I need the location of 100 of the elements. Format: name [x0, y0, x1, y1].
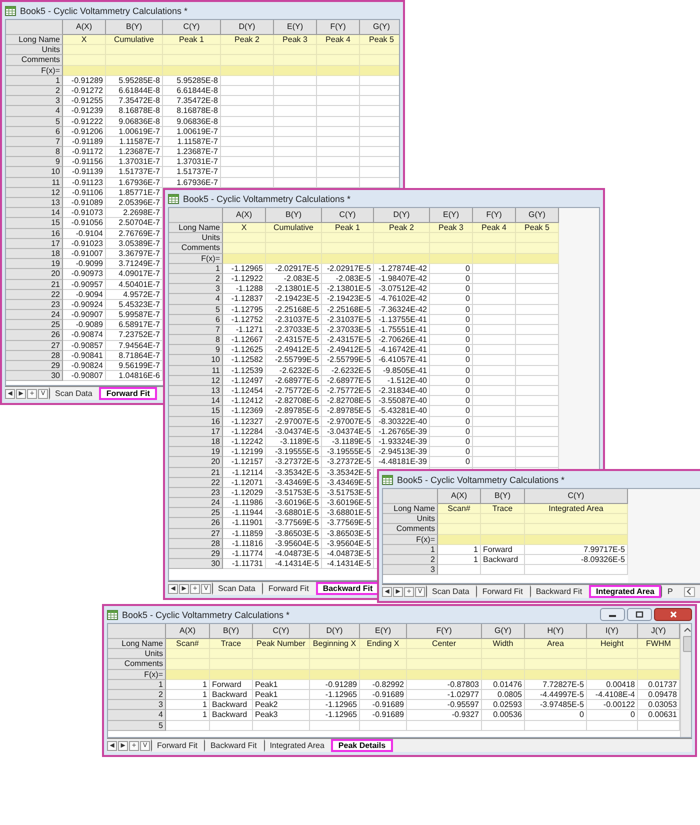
table-cell: -1.11774 [223, 549, 266, 560]
column-header[interactable]: F(Y) [317, 20, 360, 35]
column-header[interactable]: B(Y) [266, 208, 322, 223]
table-cell [210, 670, 253, 680]
column-header[interactable]: A(X) [166, 624, 210, 639]
table-cell: 0 [430, 436, 473, 448]
sheet-tab[interactable]: Forward Fit [151, 739, 204, 752]
corner-cell[interactable] [6, 20, 63, 35]
corner-cell[interactable] [169, 208, 223, 223]
column-header[interactable]: G(Y) [360, 20, 399, 35]
sheet-tab[interactable]: Forward Fit [476, 585, 530, 598]
table-cell [266, 254, 322, 264]
table-cell: 0 [430, 284, 473, 294]
table-cell [473, 274, 516, 284]
table-cell [360, 720, 407, 731]
table-cell [274, 55, 317, 66]
table-cell: -7.36324E-42 [374, 304, 430, 315]
column-header[interactable]: J(Y) [638, 624, 680, 639]
column-header[interactable]: B(Y) [210, 624, 253, 639]
table-cell: -0.91239 [63, 106, 106, 116]
vertical-scrollbar[interactable] [680, 624, 691, 737]
table-cell: -0.91007 [63, 248, 106, 260]
table-cell: -0.91289 [63, 76, 106, 86]
table-cell: 1 [438, 554, 481, 566]
table-cell: -0.90924 [63, 300, 106, 310]
long-name-cell: Peak Number [253, 639, 310, 650]
row-number: 4 [169, 294, 223, 304]
column-header[interactable]: D(Y) [374, 208, 430, 223]
table-cell [63, 55, 106, 66]
table-cell [223, 243, 266, 254]
horizontal-scrollbar[interactable] [684, 586, 695, 596]
row-label: Long Name [6, 35, 63, 46]
column-header[interactable]: C(Y) [525, 489, 628, 504]
column-header[interactable]: G(Y) [516, 208, 559, 223]
table-cell: -0.91023 [63, 238, 106, 249]
column-header[interactable]: D(Y) [221, 20, 274, 35]
minimize-button[interactable] [600, 608, 625, 621]
sheet-tab[interactable]: Scan Data [212, 582, 262, 595]
row-number: 18 [169, 436, 223, 448]
corner-cell[interactable] [108, 624, 166, 639]
table-cell [166, 720, 210, 731]
column-header[interactable]: H(Y) [525, 624, 587, 639]
table-cell: -2.6232E-5 [266, 366, 322, 376]
row-label: F(x)= [108, 670, 166, 680]
table-cell [516, 376, 559, 386]
table-cell: -1.12369 [223, 406, 266, 417]
row-number: 11 [169, 366, 223, 376]
sheet-tab[interactable]: Backward Fit [204, 739, 264, 752]
column-header[interactable]: B(Y) [481, 489, 525, 504]
table-cell: Peak3 [253, 710, 310, 720]
table-cell [360, 670, 407, 680]
row-number: 25 [6, 320, 63, 330]
maximize-button[interactable] [627, 608, 652, 621]
table-cell: 0 [430, 274, 473, 284]
table-cell [516, 254, 559, 264]
column-header[interactable]: C(Y) [163, 20, 221, 35]
table-cell: -2.13801E-5 [322, 284, 374, 294]
corner-cell[interactable] [383, 489, 438, 504]
table-cell: 5.95285E-8 [106, 76, 163, 86]
column-header[interactable]: B(Y) [106, 20, 163, 35]
window-title: Book5 - Cyclic Voltammetry Calculations * [183, 194, 351, 204]
table-cell: -3.04374E-5 [322, 426, 374, 437]
column-header[interactable]: G(Y) [482, 624, 525, 639]
column-header[interactable]: E(Y) [430, 208, 473, 223]
row-number: 5 [169, 304, 223, 315]
column-header[interactable]: A(X) [438, 489, 481, 504]
table-cell: -0.90973 [63, 269, 106, 280]
column-header[interactable]: E(Y) [274, 20, 317, 35]
row-number: 1 [169, 264, 223, 274]
sheet-tab[interactable]: Peak Details [331, 739, 393, 752]
column-header[interactable]: A(X) [223, 208, 266, 223]
table-cell: -1.12965 [223, 264, 266, 274]
table-cell [587, 670, 638, 680]
column-header[interactable]: C(Y) [322, 208, 374, 223]
column-header[interactable]: I(Y) [587, 624, 638, 639]
sheet-tab[interactable]: P [661, 585, 680, 598]
column-header[interactable]: F(Y) [407, 624, 482, 639]
scrollbar-thumb[interactable] [683, 636, 691, 652]
table-cell [163, 55, 221, 66]
table-cell: -0.91206 [63, 126, 106, 137]
row-number: 3 [108, 700, 166, 710]
table-cell [317, 126, 360, 137]
column-header[interactable]: D(Y) [310, 624, 360, 639]
sheet-tab[interactable]: Integrated Area [589, 585, 662, 598]
table-cell: -4.44997E-5 [525, 690, 587, 700]
long-name-cell: Width [482, 639, 525, 650]
table-cell [223, 233, 266, 244]
sheet-tab[interactable]: Backward Fit [316, 582, 380, 595]
column-header[interactable]: F(Y) [473, 208, 516, 223]
table-cell: -1.12114 [223, 468, 266, 478]
column-header[interactable]: C(Y) [253, 624, 310, 639]
table-cell [482, 720, 525, 731]
sheet-tab[interactable]: Scan Data [426, 585, 476, 598]
column-header[interactable]: A(X) [63, 20, 106, 35]
column-header[interactable]: E(Y) [360, 624, 407, 639]
sheet-tab[interactable]: Forward Fit [99, 387, 157, 400]
table-cell [481, 565, 525, 576]
close-button[interactable] [654, 608, 692, 621]
table-cell: 1.37031E-7 [163, 157, 221, 168]
row-number: 22 [6, 290, 63, 300]
